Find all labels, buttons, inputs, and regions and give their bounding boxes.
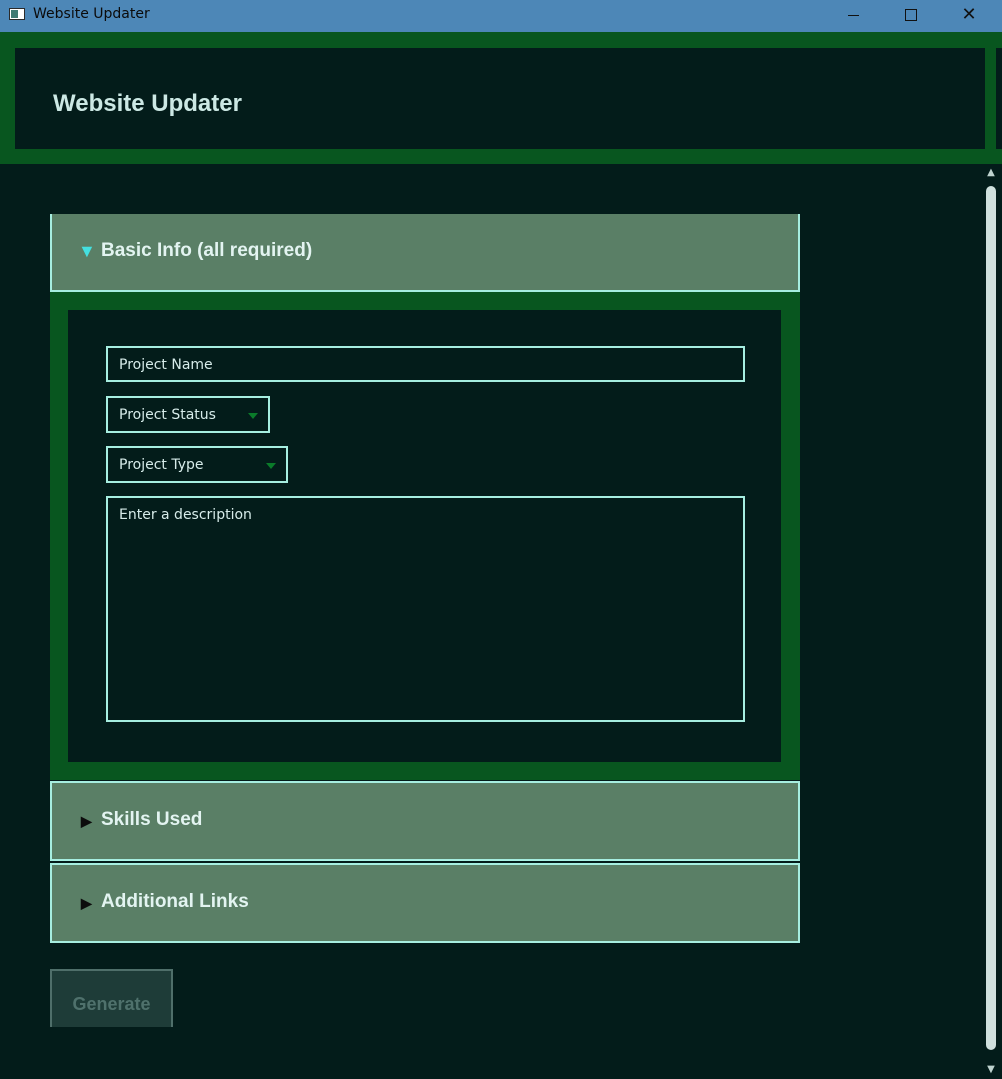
close-button[interactable]: ✕ bbox=[940, 0, 998, 30]
minimize-icon bbox=[847, 14, 859, 16]
project-type-select[interactable]: Project Type bbox=[106, 446, 288, 483]
section-header-skills-used[interactable]: ▶ Skills Used bbox=[50, 781, 800, 861]
description-textarea[interactable]: Enter a description bbox=[106, 496, 745, 722]
close-icon: ✕ bbox=[961, 4, 977, 25]
triangle-down-icon: ▼ bbox=[78, 241, 96, 261]
header-panel: Website Updater bbox=[15, 48, 985, 149]
chevron-down-icon bbox=[266, 463, 276, 469]
chevron-down-icon bbox=[248, 413, 258, 419]
section-header-additional-links[interactable]: ▶ Additional Links bbox=[50, 863, 800, 943]
section-label: Additional Links bbox=[101, 891, 249, 912]
maximize-button[interactable] bbox=[882, 0, 940, 30]
triangle-right-icon: ▶ bbox=[81, 895, 92, 911]
page-title: Website Updater bbox=[53, 90, 242, 117]
app-window-icon bbox=[9, 8, 25, 20]
header-edge bbox=[996, 48, 1002, 149]
scrollbar-thumb[interactable] bbox=[986, 186, 996, 1050]
maximize-icon bbox=[905, 9, 917, 21]
window-title: Website Updater bbox=[33, 6, 150, 22]
minimize-button[interactable] bbox=[824, 0, 882, 30]
section-label: Basic Info (all required) bbox=[101, 240, 313, 261]
project-type-value: Project Type bbox=[119, 457, 204, 473]
section-header-basic-info[interactable]: ▼ Basic Info (all required) bbox=[50, 214, 800, 292]
section-label: Skills Used bbox=[101, 809, 203, 830]
window-titlebar: Website Updater ✕ bbox=[0, 0, 1002, 32]
description-placeholder: Enter a description bbox=[119, 507, 252, 523]
generate-button[interactable]: Generate bbox=[50, 969, 173, 1027]
scroll-down-icon[interactable]: ▼ bbox=[984, 1063, 998, 1077]
project-status-select[interactable]: Project Status bbox=[106, 396, 270, 433]
project-name-input[interactable]: Project Name bbox=[106, 346, 745, 382]
scroll-up-icon[interactable]: ▲ bbox=[984, 166, 998, 180]
project-status-value: Project Status bbox=[119, 407, 216, 423]
triangle-right-icon: ▶ bbox=[81, 813, 92, 829]
project-name-placeholder: Project Name bbox=[119, 357, 213, 373]
